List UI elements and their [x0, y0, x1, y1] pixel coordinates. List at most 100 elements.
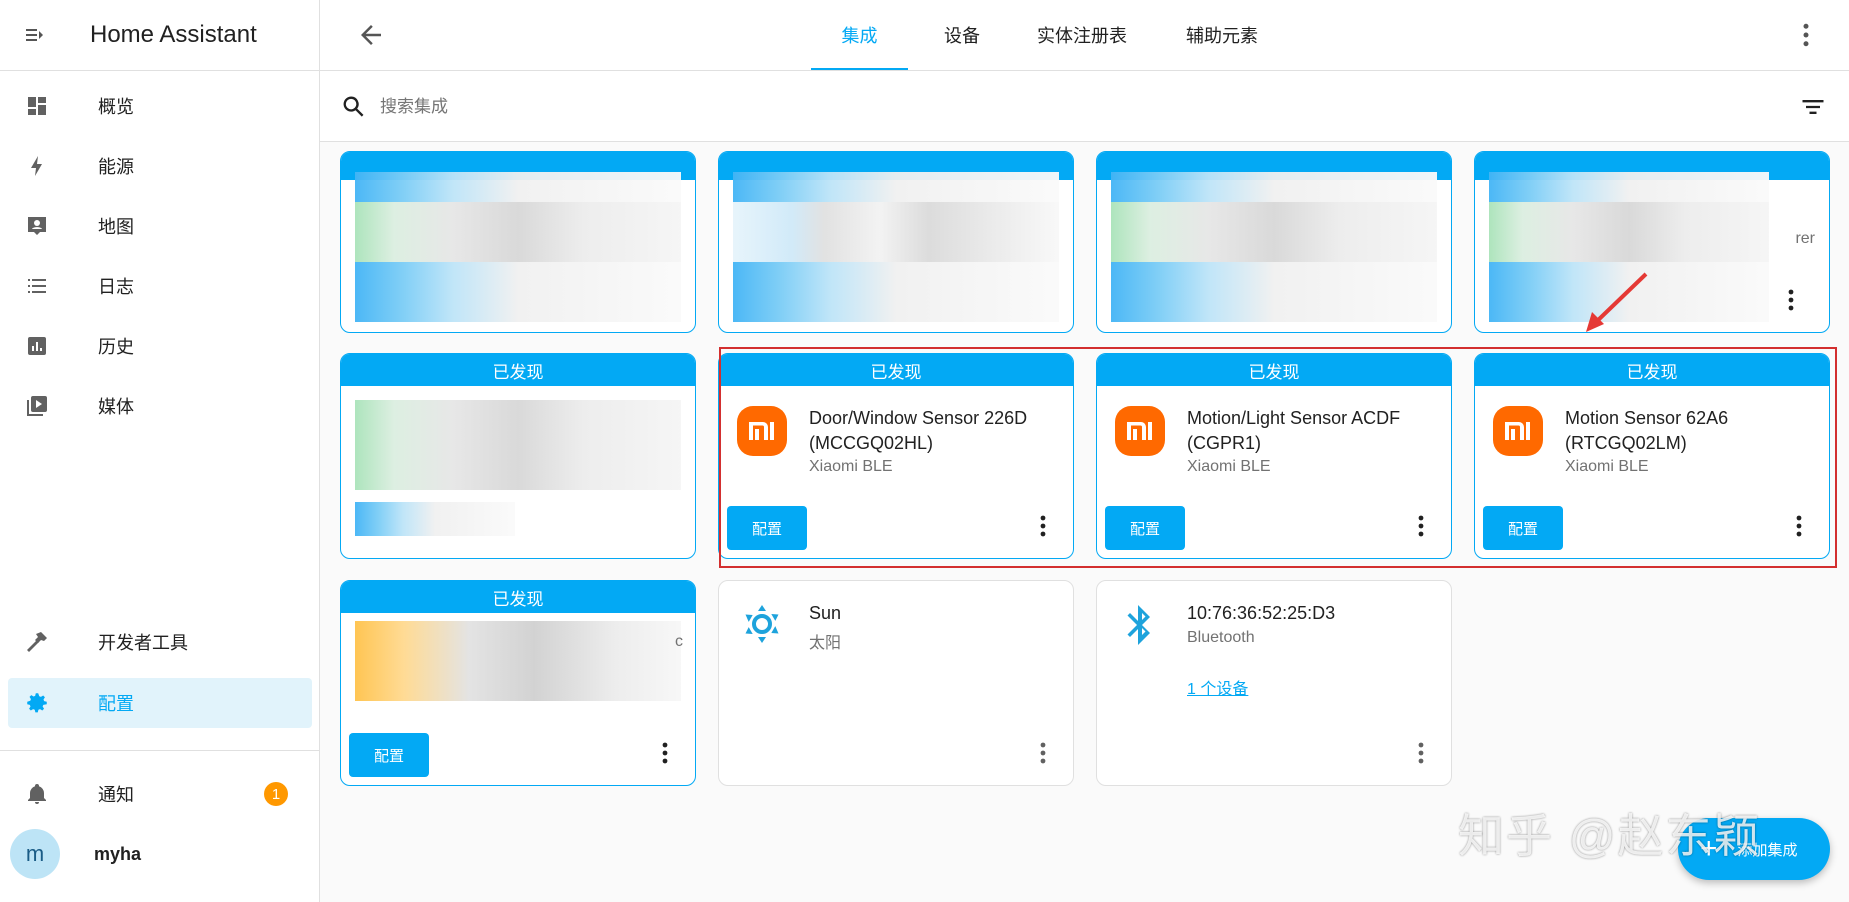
- menu-collapse-icon[interactable]: [18, 18, 52, 52]
- sidebar-item-notifications[interactable]: 通知 1: [8, 769, 312, 819]
- blurred-content: [1111, 202, 1437, 262]
- card-subtitle: Xiaomi BLE: [809, 458, 893, 475]
- bell-icon: [20, 782, 54, 806]
- sidebar-item-developer-tools[interactable]: 开发者工具: [8, 617, 312, 667]
- card-title: Motion/Light Sensor ACDF (CGPR1): [1187, 408, 1401, 453]
- card-header: 已发现: [341, 581, 695, 613]
- more-vertical-icon[interactable]: [661, 741, 669, 765]
- sidebar-item-label: 地图: [98, 217, 134, 237]
- card-header: 已发现: [341, 354, 695, 386]
- integration-card-blurred[interactable]: [1096, 151, 1452, 333]
- notification-badge: 1: [264, 782, 288, 806]
- card-subtitle: 太阳: [809, 635, 842, 652]
- filter-icon[interactable]: [1799, 93, 1827, 121]
- sidebar-item-overview[interactable]: 概览: [8, 81, 312, 131]
- search-input[interactable]: [378, 89, 1682, 125]
- more-vertical-icon[interactable]: [1039, 514, 1047, 538]
- card-header: 已发现: [719, 354, 1073, 386]
- blurred-content: [355, 262, 681, 322]
- list-icon: [20, 274, 54, 298]
- tab-helpers[interactable]: 辅助元素: [1160, 0, 1284, 70]
- integration-card-blurred[interactable]: [340, 151, 696, 333]
- card-title: 10:76:36:52:25:D3: [1187, 603, 1336, 623]
- card-title: Motion Sensor 62A6 (RTCGQ02LM): [1565, 408, 1729, 453]
- configure-button[interactable]: 配置: [349, 733, 429, 777]
- card-subtitle: Xiaomi BLE: [1187, 458, 1271, 475]
- add-integration-label: 添加集成: [1737, 841, 1798, 859]
- sidebar-item-map[interactable]: 地图: [8, 201, 312, 251]
- user-name: myha: [94, 843, 142, 864]
- sidebar-item-energy[interactable]: 能源: [8, 141, 312, 191]
- blurred-content: [733, 262, 1059, 322]
- blurred-content: [1489, 172, 1769, 202]
- card-title: Sun: [809, 603, 842, 623]
- sidebar-header: Home Assistant: [0, 0, 319, 71]
- more-vertical-icon[interactable]: [1787, 288, 1795, 312]
- configure-button[interactable]: 配置: [1105, 506, 1185, 550]
- sidebar-item-media[interactable]: 媒体: [8, 381, 312, 431]
- sidebar-item-history[interactable]: 历史: [8, 321, 312, 371]
- more-vertical-icon[interactable]: [1791, 20, 1821, 50]
- sidebar-item-label: 配置: [98, 694, 134, 714]
- blurred-content: [355, 400, 681, 490]
- xiaomi-card-motion-sensor[interactable]: 已发现 Motion Sensor 62A6 (RTCGQ02LM) Xiaom…: [1474, 353, 1830, 559]
- top-bar: 集成 设备 实体注册表 辅助元素: [320, 0, 1849, 71]
- xiaomi-card-door-window-sensor[interactable]: 已发现 Door/Window Sensor 226D (MCCGQ02HL) …: [718, 353, 1074, 559]
- sidebar-item-logbook[interactable]: 日志: [8, 261, 312, 311]
- sidebar-item-label: 媒体: [98, 397, 134, 417]
- blurred-content: [1111, 172, 1437, 202]
- blurred-content: [355, 621, 681, 701]
- sidebar-item-label: 通知: [98, 785, 134, 805]
- card-header: 已发现: [1475, 354, 1829, 386]
- configure-button[interactable]: 配置: [727, 506, 807, 550]
- discovered-card-blurred[interactable]: 已发现 c 配置: [340, 580, 696, 786]
- sidebar-item-label: 概览: [98, 97, 134, 117]
- devices-link[interactable]: 1 个设备: [1187, 675, 1248, 699]
- card-subtitle: Xiaomi BLE: [1565, 458, 1649, 475]
- partial-text: rer: [1795, 230, 1815, 247]
- blurred-content: [355, 502, 515, 536]
- sidebar-item-config[interactable]: 配置: [8, 678, 312, 728]
- gear-icon: [20, 690, 54, 716]
- hammer-icon: [20, 630, 54, 654]
- more-vertical-icon[interactable]: [1417, 514, 1425, 538]
- sidebar-item-label: 历史: [98, 337, 134, 357]
- user-profile[interactable]: m myha: [8, 828, 312, 880]
- more-vertical-icon[interactable]: [1417, 741, 1425, 765]
- sun-icon: [741, 603, 783, 650]
- xiaomi-logo-icon: [1115, 406, 1165, 456]
- back-arrow-icon[interactable]: [356, 20, 386, 50]
- integration-card-bluetooth[interactable]: 10:76:36:52:25:D3 Bluetooth 1 个设备: [1096, 580, 1452, 786]
- card-subtitle: Bluetooth: [1187, 629, 1255, 646]
- blurred-content: [733, 202, 1059, 262]
- integration-card-blurred[interactable]: [718, 151, 1074, 333]
- more-vertical-icon[interactable]: [1039, 741, 1047, 765]
- plus-icon: +: [1700, 832, 1718, 865]
- dashboard-icon: [20, 94, 54, 118]
- tab-integrations[interactable]: 集成: [811, 0, 908, 70]
- card-header: 已发现: [1097, 354, 1451, 386]
- tab-entities[interactable]: 实体注册表: [1014, 0, 1150, 70]
- app-title: Home Assistant: [90, 21, 257, 48]
- avatar: m: [10, 829, 60, 879]
- blurred-content: [1489, 202, 1769, 262]
- blurred-content: [355, 172, 681, 202]
- configure-button[interactable]: 配置: [1483, 506, 1563, 550]
- card-title: Door/Window Sensor 226D (MCCGQ02HL): [809, 408, 1028, 453]
- add-integration-button[interactable]: + 添加集成: [1678, 818, 1830, 880]
- play-box-icon: [20, 394, 54, 418]
- xiaomi-card-motion-light-sensor[interactable]: 已发现 Motion/Light Sensor ACDF (CGPR1) Xia…: [1096, 353, 1452, 559]
- sidebar-item-label: 日志: [98, 277, 134, 297]
- chart-box-icon: [20, 334, 54, 358]
- blurred-content: [355, 202, 681, 262]
- red-arrow-icon: [1580, 270, 1660, 340]
- map-account-icon: [20, 214, 54, 238]
- xiaomi-logo-icon: [1493, 406, 1543, 456]
- tab-devices[interactable]: 设备: [920, 0, 1004, 70]
- integration-card-sun[interactable]: Sun 太阳: [718, 580, 1074, 786]
- partial-text: c: [675, 633, 683, 650]
- bluetooth-icon: [1125, 603, 1155, 650]
- discovered-card-blurred[interactable]: 已发现: [340, 353, 696, 559]
- more-vertical-icon[interactable]: [1795, 514, 1803, 538]
- sidebar-item-label: 能源: [98, 157, 134, 177]
